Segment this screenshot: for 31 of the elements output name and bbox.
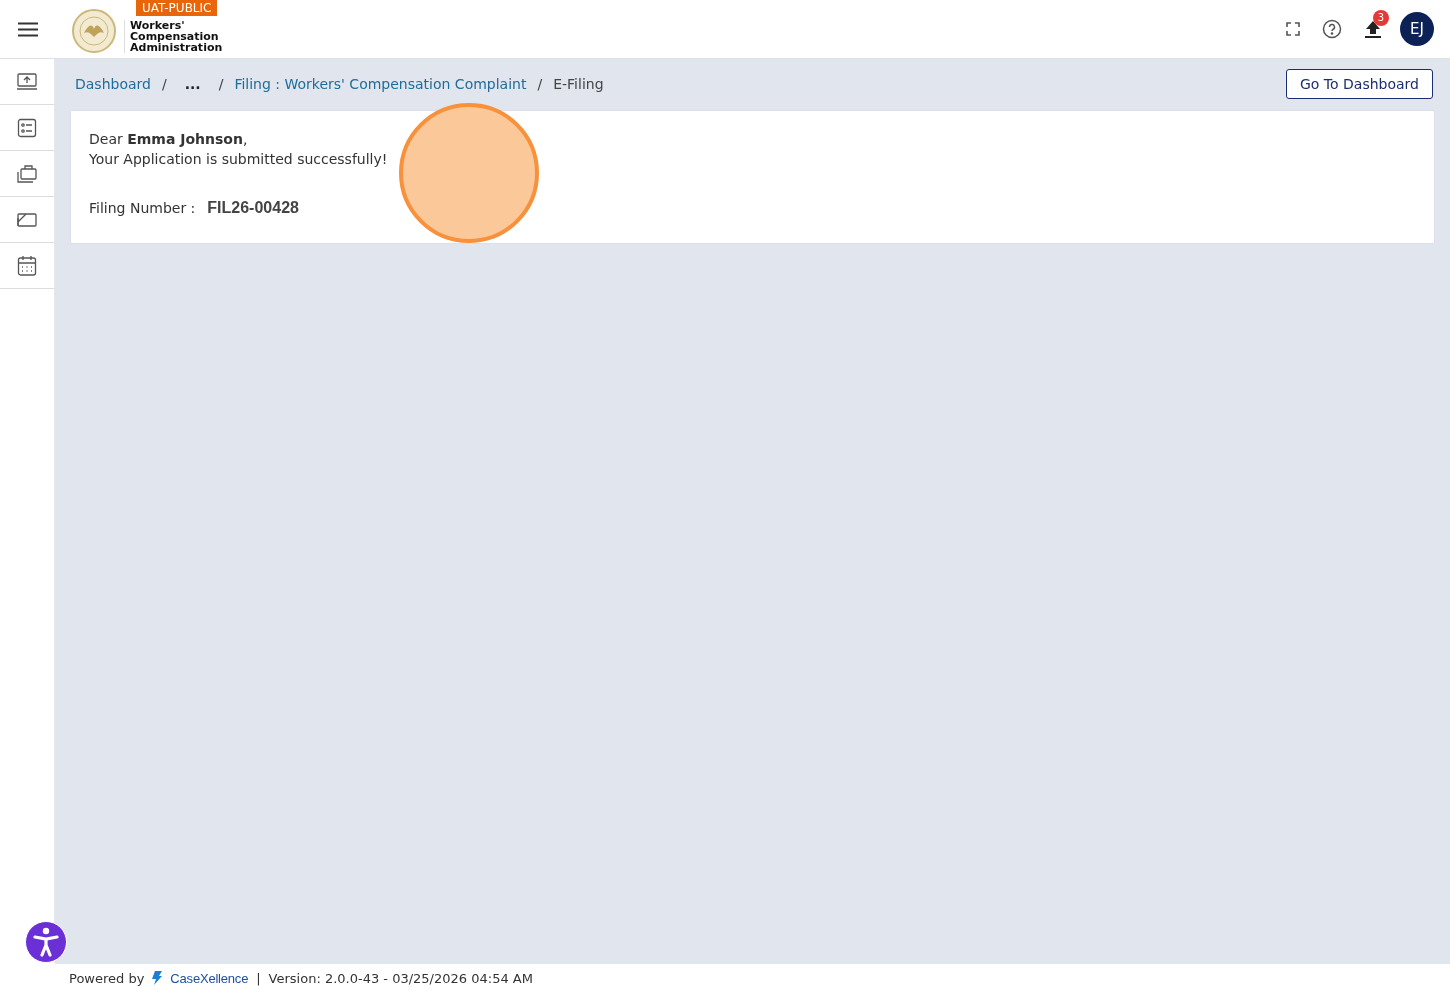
breadcrumb-ellipsis[interactable]: ...: [184, 76, 201, 92]
powered-by-text: Powered by: [69, 970, 145, 986]
breadcrumb-separator: /: [218, 76, 224, 92]
filing-number: FIL26-00428: [207, 199, 299, 217]
breadcrumb-link[interactable]: Filing : Workers' Compensation Complaint: [234, 76, 527, 92]
checklist-icon[interactable]: [17, 117, 37, 138]
user-avatar[interactable]: EJ: [1400, 12, 1434, 46]
menu-icon[interactable]: [18, 21, 38, 37]
brand-logo-icon: [152, 971, 163, 985]
go-to-dashboard-button[interactable]: Go To Dashboard: [1286, 69, 1433, 99]
success-message: Your Application is submitted successfully!: [89, 150, 389, 169]
upload-screen-icon[interactable]: [16, 72, 38, 91]
seal-logo: [72, 9, 116, 53]
fullscreen-icon[interactable]: [1286, 22, 1300, 36]
upload-icon[interactable]: [1364, 20, 1382, 38]
brand-name: CaseXellence: [170, 970, 249, 986]
notification-count: 3: [1373, 10, 1389, 26]
organization-name: Workers' Compensation Administration: [124, 19, 226, 53]
help-icon[interactable]: [1322, 19, 1342, 39]
filing-number-label: Filing Number :: [89, 200, 196, 216]
footer-separator: |: [256, 970, 261, 986]
version-text: Version: 2.0.0-43 - 03/25/2026 04:54 AM: [268, 970, 533, 986]
calendar-icon[interactable]: [17, 254, 37, 277]
breadcrumb-current: E-Filing: [553, 76, 604, 92]
breadcrumb-separator: /: [161, 76, 167, 92]
environment-badge: UAT-PUBLIC: [136, 0, 218, 16]
breadcrumb-link[interactable]: Dashboard: [75, 76, 151, 92]
card-icon[interactable]: [16, 210, 38, 229]
breadcrumb-separator: /: [537, 76, 543, 92]
briefcase-icon[interactable]: [16, 163, 38, 184]
greeting-text: Dear Emma Johnson,: [89, 130, 249, 149]
